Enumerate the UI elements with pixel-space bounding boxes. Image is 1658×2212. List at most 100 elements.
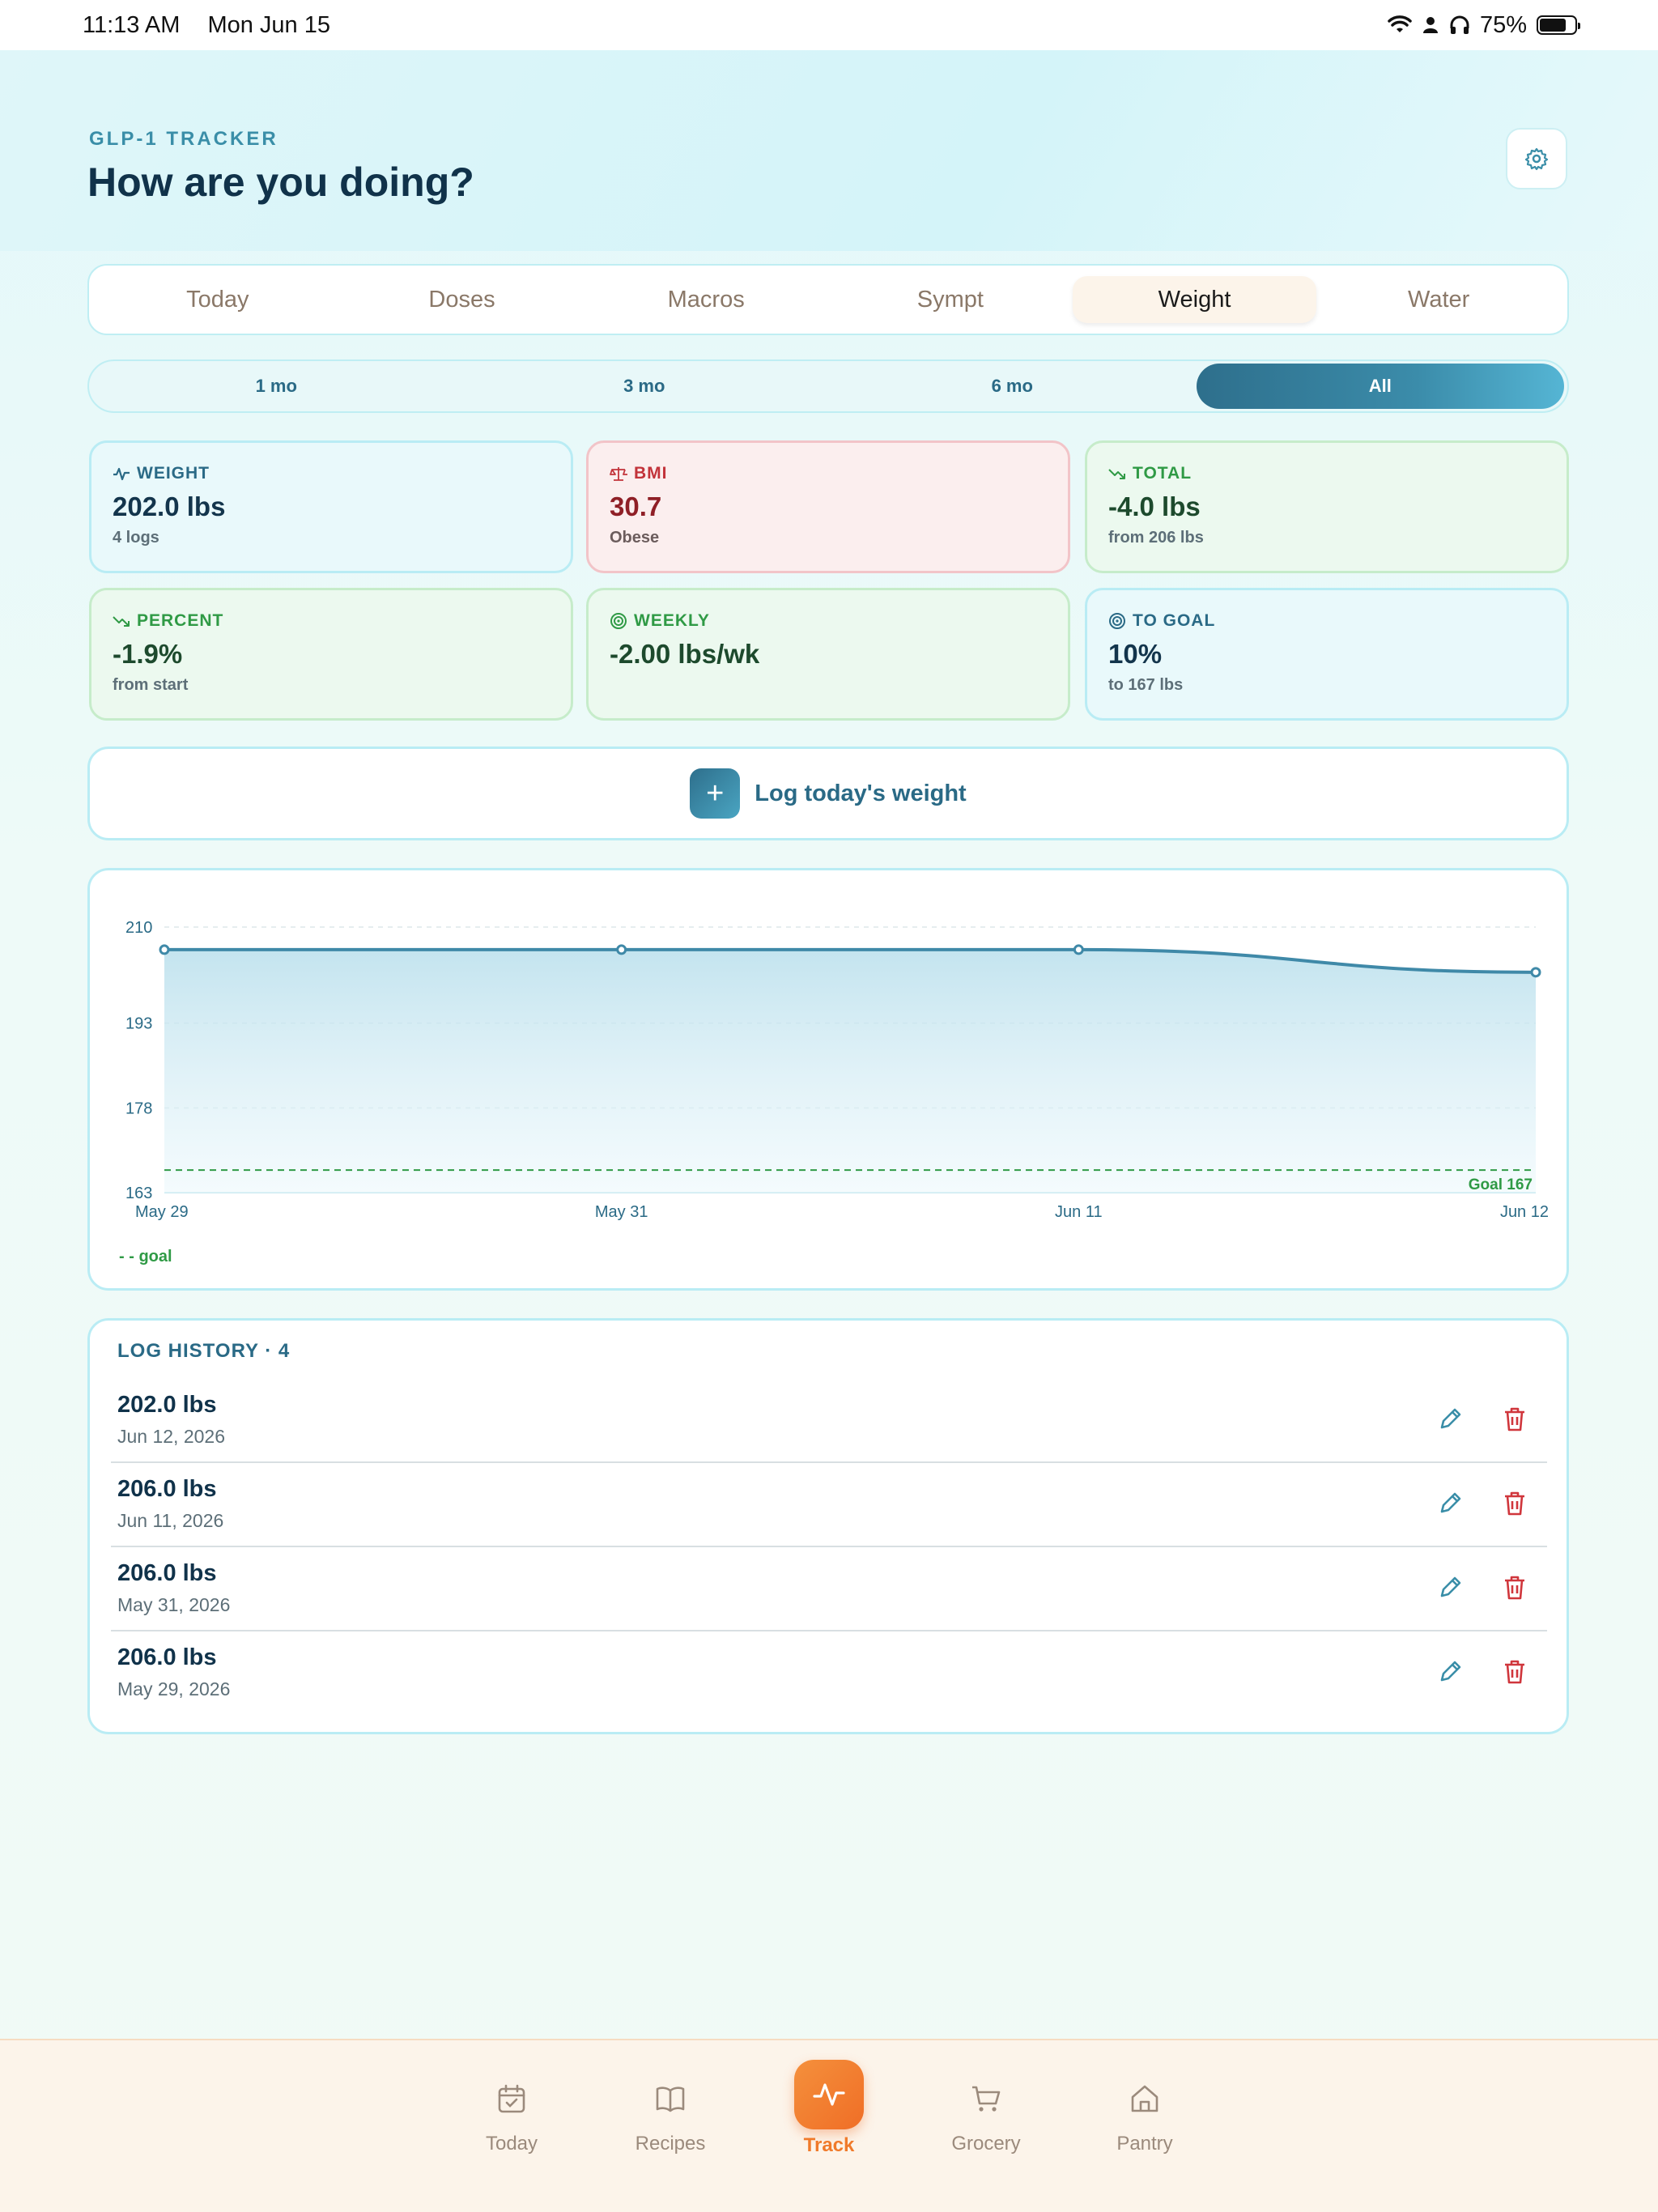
stat-label-row: TOTAL (1108, 464, 1545, 483)
stat-value: -1.9% (113, 639, 183, 669)
nav-track[interactable]: Track (764, 2040, 894, 2162)
legend-goal-label: goal (138, 1248, 172, 1266)
log-history-card: LOG HISTORY · 4 202.0 lbs Jun 12, 2026 2… (87, 1318, 1569, 1734)
settings-button[interactable] (1506, 128, 1567, 189)
stat-label-row: TO GOAL (1108, 611, 1545, 631)
section-tabs: Today Doses Macros Sympt Weight Water (87, 264, 1569, 335)
tab-water[interactable]: Water (1316, 276, 1561, 323)
trash-icon[interactable] (1500, 1573, 1529, 1602)
stat-card-total: TOTAL -4.0 lbs from 206 lbs (1085, 440, 1569, 573)
stat-label-row: BMI (610, 464, 1047, 483)
weight-area (164, 949, 1536, 1193)
page-title: How are you doing? (87, 160, 474, 205)
weight-point (159, 944, 170, 955)
nav-label: Grocery (951, 2133, 1021, 2155)
x-tick-label: May 29 (135, 1203, 189, 1221)
calendar-icon (492, 2079, 531, 2118)
edit-icon[interactable] (1435, 1573, 1465, 1602)
goal-label: Goal 167 (1469, 1176, 1533, 1193)
pulse-icon (113, 467, 130, 481)
history-row-value: 206.0 lbs (117, 1560, 217, 1586)
nav-label: Recipes (635, 2133, 706, 2155)
history-row: 206.0 lbs May 29, 2026 (111, 1631, 1547, 1716)
tab-symptoms[interactable]: Sympt (828, 276, 1073, 323)
nav-label: Today (485, 2133, 538, 2155)
edit-icon[interactable] (1435, 1489, 1465, 1518)
y-tick-label: 210 (125, 919, 152, 937)
range-6mo-button[interactable]: 6 mo (828, 364, 1197, 409)
y-tick-label: 163 (125, 1185, 152, 1202)
nav-recipes[interactable]: Recipes (606, 2040, 735, 2162)
weight-point (616, 944, 627, 955)
trash-icon[interactable] (1500, 1405, 1529, 1434)
log-weight-button[interactable]: + Log today's weight (87, 747, 1569, 840)
stat-label: PERCENT (137, 611, 224, 630)
stat-card-weight: WEIGHT 202.0 lbs 4 logs (89, 440, 573, 573)
nav-pantry[interactable]: Pantry (1080, 2040, 1209, 2162)
tab-today[interactable]: Today (96, 276, 340, 323)
target-icon (1109, 613, 1125, 629)
stat-sub: 4 logs (113, 529, 159, 547)
cart-icon (967, 2079, 1005, 2118)
status-bar: 11:13 AM Mon Jun 15 75% (0, 0, 1658, 50)
stat-label-row: WEEKLY (610, 611, 1047, 631)
trending-down-icon (113, 616, 130, 627)
trash-icon[interactable] (1500, 1657, 1529, 1687)
nav-today[interactable]: Today (447, 2040, 576, 2162)
tab-doses[interactable]: Doses (340, 276, 585, 323)
weight-chart: 210 193 178 163 Goal 167 May 29 May 31 Jun 11 Ju… (125, 919, 1549, 1221)
tab-weight[interactable]: Weight (1072, 276, 1317, 323)
weight-point (1530, 967, 1541, 978)
range-3mo-button[interactable]: 3 mo (461, 364, 829, 409)
log-weight-label: Log today's weight (755, 780, 967, 806)
battery-percent: 75% (1479, 11, 1527, 38)
history-row: 206.0 lbs Jun 11, 2026 (111, 1463, 1547, 1547)
history-row-date: Jun 11, 2026 (117, 1510, 224, 1531)
history-row-date: May 31, 2026 (117, 1594, 231, 1615)
history-row-date: May 29, 2026 (117, 1678, 231, 1699)
history-row: 206.0 lbs May 31, 2026 (111, 1547, 1547, 1631)
edit-icon[interactable] (1435, 1405, 1465, 1434)
edit-icon[interactable] (1435, 1657, 1465, 1687)
stat-value: 30.7 (610, 491, 662, 521)
tab-macros[interactable]: Macros (584, 276, 828, 323)
stat-value: 10% (1108, 639, 1163, 669)
status-right: 75% (1388, 11, 1580, 39)
range-1mo-button[interactable]: 1 mo (92, 364, 461, 409)
y-tick-label: 178 (125, 1100, 152, 1117)
stat-label: BMI (634, 464, 668, 483)
stat-label: WEIGHT (137, 464, 210, 483)
book-icon (651, 2079, 690, 2118)
stat-label: TO GOAL (1133, 611, 1216, 630)
target-icon (610, 613, 627, 629)
status-left: 11:13 AM Mon Jun 15 (83, 12, 351, 39)
stat-card-bmi: BMI 30.7 Obese (586, 440, 1070, 573)
x-tick-label: May 31 (595, 1203, 648, 1221)
stat-card-to-goal: TO GOAL 10% to 167 lbs (1085, 588, 1569, 721)
weight-chart-card: 210 193 178 163 Goal 167 May 29 May 31 Jun 11 Ju… (87, 868, 1569, 1291)
y-tick-label: 193 (125, 1015, 152, 1033)
stat-label: WEEKLY (634, 611, 710, 630)
range-selector: 1 mo 3 mo 6 mo All (87, 359, 1569, 413)
person-icon (1422, 17, 1438, 33)
x-tick-label: Jun 12 (1500, 1203, 1549, 1221)
stat-sub: Obese (610, 529, 660, 547)
nav-label: Track (803, 2134, 855, 2156)
chart-legend: - - goal (119, 1248, 172, 1266)
bottom-nav: Today Recipes Track Grocery Pantry (0, 2039, 1658, 2212)
nav-grocery[interactable]: Grocery (921, 2040, 1051, 2162)
pulse-icon (794, 2060, 864, 2129)
stat-card-percent: PERCENT -1.9% from start (89, 588, 573, 721)
home-icon (1125, 2079, 1164, 2118)
trash-icon[interactable] (1500, 1489, 1529, 1518)
status-date: Mon Jun 15 (207, 11, 330, 38)
scale-icon (610, 467, 627, 481)
stat-sub: from start (113, 676, 189, 694)
header-band (0, 50, 1658, 251)
weight-point (1073, 944, 1084, 955)
stat-value: -2.00 lbs/wk (610, 639, 760, 669)
range-all-button[interactable]: All (1196, 364, 1564, 409)
trending-down-icon (1108, 469, 1125, 479)
gear-icon (1524, 147, 1549, 171)
stat-value: 202.0 lbs (113, 491, 226, 521)
